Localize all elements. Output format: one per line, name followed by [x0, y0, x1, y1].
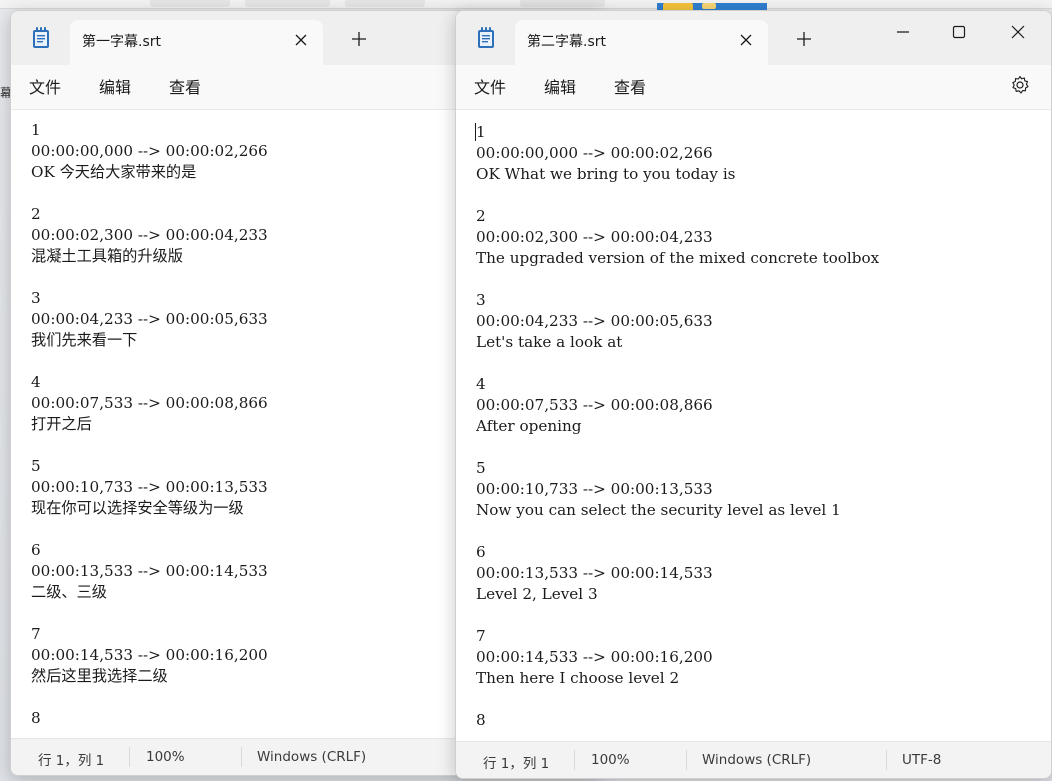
text-line: 5 [31, 457, 41, 475]
close-icon[interactable] [293, 32, 309, 48]
tab-title: 第二字幕.srt [527, 34, 606, 50]
text-line: OK What we bring to you today is [476, 165, 736, 183]
line-ending[interactable]: Windows (CRLF) [257, 749, 366, 765]
menu-edit[interactable]: 编辑 [544, 74, 576, 98]
text-line: 00:00:10,733 --> 00:00:13,533 [31, 478, 268, 496]
text-line: 现在你可以选择安全等级为一级 [31, 499, 244, 517]
encoding[interactable]: UTF-8 [902, 752, 941, 768]
divider [686, 750, 687, 770]
menu-file[interactable]: 文件 [29, 74, 61, 98]
text-line: 7 [476, 627, 486, 645]
editor-content[interactable]: 1 00:00:00,000 --> 00:00:02,266 OK 今天给大家… [31, 120, 268, 729]
text-line: 3 [31, 289, 41, 307]
text-line: 6 [31, 541, 41, 559]
text-line: 8 [31, 709, 41, 727]
title-bar[interactable]: 第二字幕.srt [456, 11, 1051, 65]
tab-file[interactable]: 第二字幕.srt [515, 20, 768, 65]
text-line: 2 [476, 207, 486, 225]
text-line: 4 [31, 373, 41, 391]
tab-file[interactable]: 第一字幕.srt [70, 20, 323, 65]
text-line: OK 今天给大家带来的是 [31, 163, 197, 181]
menu-edit[interactable]: 编辑 [99, 74, 131, 98]
gear-icon[interactable] [1009, 74, 1031, 96]
notepad-icon [477, 27, 495, 49]
text-line: 8 [476, 711, 486, 729]
text-line: Then here I choose level 2 [476, 669, 680, 687]
zoom-level[interactable]: 100% [146, 749, 185, 765]
text-line: 1 [476, 123, 486, 141]
notepad-window-second[interactable]: 第二字幕.srt 文件 编辑 查看 1 00:00:00,000 --> 00:… [455, 10, 1052, 779]
text-line: 混凝土工具箱的升级版 [31, 247, 183, 265]
maximize-icon[interactable] [946, 19, 972, 45]
divider [241, 747, 242, 767]
text-line: 00:00:02,300 --> 00:00:04,233 [476, 228, 713, 246]
text-line: 00:00:00,000 --> 00:00:02,266 [476, 144, 713, 162]
text-line: 00:00:07,533 --> 00:00:08,866 [476, 396, 713, 414]
text-line: 00:00:02,300 --> 00:00:04,233 [31, 226, 268, 244]
text-line: 00:00:00,000 --> 00:00:02,266 [31, 142, 268, 160]
close-icon[interactable] [1005, 19, 1031, 45]
minimize-icon[interactable] [890, 19, 916, 45]
text-line: Level 2, Level 3 [476, 585, 598, 603]
cursor-position: 行 1，列 1 [38, 753, 105, 769]
line-ending[interactable]: Windows (CRLF) [702, 752, 811, 768]
background-tab [520, 0, 605, 7]
text-line: 7 [31, 625, 41, 643]
text-line: 4 [476, 375, 486, 393]
text-line: 6 [476, 543, 486, 561]
zoom-level[interactable]: 100% [591, 752, 630, 768]
text-line: After opening [476, 417, 582, 435]
background-tab [150, 0, 230, 7]
text-line: 3 [476, 291, 486, 309]
text-line: 00:00:13,533 --> 00:00:14,533 [476, 564, 713, 582]
close-icon[interactable] [738, 32, 754, 48]
menu-file[interactable]: 文件 [474, 74, 506, 98]
text-line: 然后这里我选择二级 [31, 667, 168, 685]
text-line: 00:00:13,533 --> 00:00:14,533 [31, 562, 268, 580]
text-line: 00:00:04,233 --> 00:00:05,633 [31, 310, 268, 328]
plus-icon[interactable] [349, 29, 369, 49]
text-line: 二级、三级 [31, 583, 107, 601]
menu-bar: 文件 编辑 查看 [456, 65, 1051, 110]
text-line: 00:00:04,233 --> 00:00:05,633 [476, 312, 713, 330]
text-line: 00:00:14,533 --> 00:00:16,200 [31, 646, 268, 664]
notepad-icon [32, 27, 50, 49]
plus-icon[interactable] [794, 29, 814, 49]
menu-view[interactable]: 查看 [614, 74, 646, 98]
text-line: 2 [31, 205, 41, 223]
desktop: 幕 第一字幕.srt 文件 编辑 查看 1 00:00:00,000 --> 0… [0, 0, 1052, 781]
text-line: 00:00:14,533 --> 00:00:16,200 [476, 648, 713, 666]
divider [886, 750, 887, 770]
text-line: 打开之后 [31, 415, 92, 433]
menu-view[interactable]: 查看 [169, 74, 201, 98]
divider [574, 750, 575, 770]
editor-content[interactable]: 1 00:00:00,000 --> 00:00:02,266 OK What … [476, 122, 879, 731]
text-line: Let's take a look at [476, 333, 623, 351]
cursor-position: 行 1，列 1 [483, 756, 550, 772]
text-editor[interactable]: 1 00:00:00,000 --> 00:00:02,266 OK What … [456, 110, 1051, 742]
text-line: Now you can select the security level as… [476, 501, 841, 519]
text-line: 00:00:07,533 --> 00:00:08,866 [31, 394, 268, 412]
tab-title: 第一字幕.srt [82, 34, 161, 50]
text-line: 5 [476, 459, 486, 477]
text-line: 我们先来看一下 [31, 331, 138, 349]
background-tab [245, 0, 330, 7]
text-line: 1 [31, 121, 41, 139]
text-line: 00:00:10,733 --> 00:00:13,533 [476, 480, 713, 498]
divider [129, 747, 130, 767]
text-line: The upgraded version of the mixed concre… [476, 249, 880, 267]
background-tab [345, 0, 425, 7]
status-bar: 行 1，列 1 100% Windows (CRLF) UTF-8 [456, 741, 1051, 778]
